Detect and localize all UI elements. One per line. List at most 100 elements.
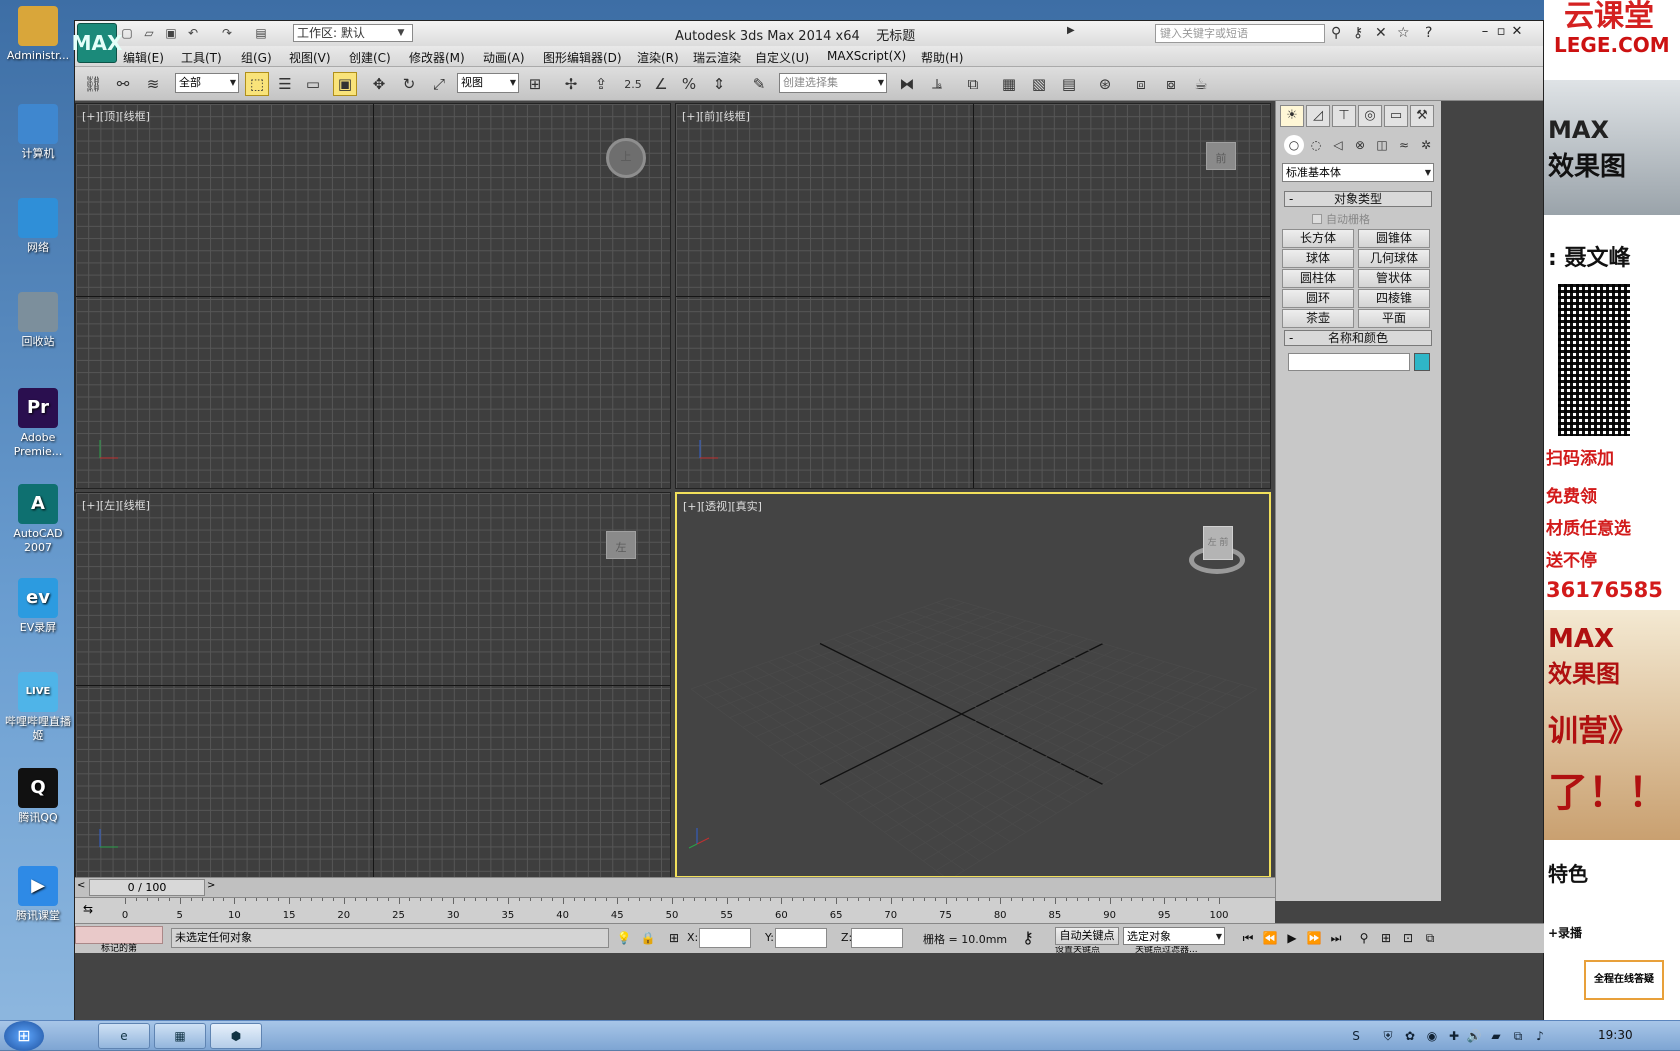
ad-panel[interactable]: 云课堂 LEGE.COM MAX 效果图 : 聂文峰 扫码添加 免费领 材质任意… bbox=[1544, 0, 1680, 1020]
object-type-button[interactable]: 管状体 bbox=[1358, 269, 1430, 288]
viewport-perspective[interactable]: [+][透视][真实] 左 前 bbox=[675, 492, 1271, 878]
start-button[interactable]: ⊞ bbox=[4, 1021, 44, 1051]
absolute-mode-icon[interactable]: ⊞ bbox=[665, 928, 683, 948]
viewport-top[interactable]: [+][顶][线框] 上 bbox=[75, 103, 671, 489]
menu-item[interactable]: 组(G) bbox=[241, 49, 272, 66]
object-type-button[interactable]: 四棱锥 bbox=[1358, 289, 1430, 308]
spacewarps-icon[interactable]: ≈ bbox=[1394, 135, 1414, 155]
cameras-icon[interactable]: ⊗ bbox=[1350, 135, 1370, 155]
key-selection-dropdown[interactable]: 选定对象 bbox=[1123, 927, 1225, 946]
zoom-extents-icon[interactable]: ⊡ bbox=[1399, 928, 1417, 948]
layer-manager-icon[interactable]: ⧉ bbox=[961, 72, 985, 96]
menu-item[interactable]: MAXScript(X) bbox=[827, 49, 906, 63]
utilities-tab-icon[interactable]: ⚒ bbox=[1410, 105, 1434, 127]
viewport-label[interactable]: [+][左][线框] bbox=[82, 497, 150, 513]
object-type-rollout[interactable]: - 对象类型 bbox=[1284, 191, 1432, 207]
play-icon[interactable]: ▶ bbox=[1283, 928, 1301, 948]
edit-named-selection-icon[interactable]: ✎ bbox=[747, 72, 771, 96]
menu-item[interactable]: 瑞云渲染 bbox=[693, 49, 741, 66]
desktop-icon[interactable]: LIVE 哔哩哔哩直播姬 bbox=[2, 672, 74, 743]
help-icon[interactable]: ? bbox=[1425, 25, 1432, 41]
next-key-icon[interactable]: ⏩ bbox=[1305, 928, 1323, 948]
desktop-icon[interactable]: ev EV录屏 bbox=[2, 578, 74, 635]
desktop-icon[interactable]: 网络 bbox=[2, 198, 74, 255]
systems-icon[interactable]: ✲ bbox=[1416, 135, 1436, 155]
taskbar-ie-icon[interactable]: e bbox=[98, 1023, 150, 1049]
mirror-icon[interactable]: ⧓ bbox=[895, 72, 919, 96]
create-tab-icon[interactable]: ☀ bbox=[1280, 105, 1304, 127]
next-frame-arrow-icon[interactable]: > bbox=[207, 880, 219, 895]
selection-lock-icon[interactable]: 🔒 bbox=[639, 928, 657, 948]
object-type-button[interactable]: 圆环 bbox=[1282, 289, 1354, 308]
object-type-button[interactable]: 圆锥体 bbox=[1358, 229, 1430, 248]
viewcube-perspective[interactable]: 左 前 bbox=[1187, 524, 1247, 580]
menu-item[interactable]: 视图(V) bbox=[289, 49, 331, 66]
viewport-label[interactable]: [+][透视][真实] bbox=[683, 498, 762, 514]
close-icon[interactable]: ✕ bbox=[1509, 24, 1525, 40]
align-icon[interactable]: ⫡ bbox=[925, 72, 949, 96]
autogrid-checkbox[interactable]: 自动栅格 bbox=[1312, 211, 1370, 227]
desktop-icon[interactable]: Pr Adobe Premie... bbox=[2, 388, 74, 459]
desktop-icon[interactable]: 计算机 bbox=[2, 104, 74, 161]
object-type-button[interactable]: 平面 bbox=[1358, 309, 1430, 328]
viewport-left[interactable]: [+][左][线框] 左 bbox=[75, 492, 671, 878]
menu-item[interactable]: 渲染(R) bbox=[637, 49, 679, 66]
geometry-icon[interactable]: ○ bbox=[1284, 135, 1304, 155]
named-selection-dropdown[interactable]: 创建选择集 bbox=[779, 73, 887, 93]
rect-selection-icon[interactable]: ▭ bbox=[301, 72, 325, 96]
object-name-input[interactable] bbox=[1288, 353, 1410, 371]
desktop-icon[interactable]: Q 腾讯QQ bbox=[2, 768, 74, 825]
reference-coord-dropdown[interactable]: 视图 bbox=[457, 73, 519, 93]
network-tray-icon[interactable]: ⧉ bbox=[1510, 1028, 1526, 1044]
go-to-end-icon[interactable]: ⏭ bbox=[1327, 928, 1345, 948]
go-to-start-icon[interactable]: ⏮ bbox=[1239, 928, 1257, 948]
category-dropdown[interactable]: 标准基本体 bbox=[1282, 163, 1434, 182]
key-icon[interactable]: ⚷ bbox=[1353, 25, 1363, 41]
move-icon[interactable]: ✥ bbox=[367, 72, 391, 96]
menu-item[interactable]: 自定义(U) bbox=[755, 49, 809, 66]
object-color-swatch[interactable] bbox=[1414, 353, 1430, 371]
clock[interactable]: 19:30 bbox=[1598, 1028, 1633, 1042]
maxscript-listener[interactable] bbox=[75, 926, 163, 944]
viewcube-top[interactable]: 上 bbox=[606, 138, 646, 178]
taskbar-green-app-icon[interactable]: ▦ bbox=[154, 1023, 206, 1049]
select-by-name-icon[interactable]: ☰ bbox=[273, 72, 297, 96]
bind-spacewarp-icon[interactable]: ≋ bbox=[141, 72, 165, 96]
prev-frame-arrow-icon[interactable]: < bbox=[77, 880, 89, 895]
menu-item[interactable]: 创建(C) bbox=[349, 49, 391, 66]
zoom-extents-all-icon[interactable]: ⧉ bbox=[1421, 928, 1439, 948]
viewcube-left[interactable]: 左 bbox=[606, 531, 636, 559]
y-coord-input[interactable] bbox=[775, 928, 827, 948]
viewport-front[interactable]: [+][前][线框] 前 bbox=[675, 103, 1271, 489]
schematic-view-icon[interactable]: ▧ bbox=[1027, 72, 1051, 96]
object-type-button[interactable]: 球体 bbox=[1282, 249, 1354, 268]
menu-item[interactable]: 图形编辑器(D) bbox=[543, 49, 622, 66]
menu-item[interactable]: 帮助(H) bbox=[921, 49, 963, 66]
application-button[interactable]: MAX bbox=[72, 23, 122, 63]
curve-editor-icon[interactable]: ▦ bbox=[997, 72, 1021, 96]
object-type-button[interactable]: 长方体 bbox=[1282, 229, 1354, 248]
tray-plus-icon[interactable]: ✚ bbox=[1446, 1028, 1462, 1044]
pivot-center-icon[interactable]: ⊞ bbox=[523, 72, 547, 96]
render-production-icon[interactable]: ⧇ bbox=[1159, 72, 1183, 96]
object-type-button[interactable]: 茶壶 bbox=[1282, 309, 1354, 328]
tray-shield-icon[interactable]: ⛨ bbox=[1380, 1028, 1396, 1044]
minimize-icon[interactable]: – bbox=[1477, 24, 1493, 40]
modify-tab-icon[interactable]: ◿ bbox=[1306, 105, 1330, 127]
keyboard-shortcut-icon[interactable]: ⇪ bbox=[589, 72, 613, 96]
display-tab-icon[interactable]: ▭ bbox=[1384, 105, 1408, 127]
open-file-icon[interactable]: ▱ bbox=[141, 26, 157, 41]
key-filters-button[interactable]: 关键点过滤器... bbox=[1135, 946, 1225, 955]
material-editor-icon[interactable]: ▤ bbox=[1057, 72, 1081, 96]
taskbar-3dsmax-icon[interactable]: ⬢ bbox=[210, 1023, 262, 1049]
rotate-icon[interactable]: ↻ bbox=[397, 72, 421, 96]
x-coord-input[interactable] bbox=[699, 928, 751, 948]
angle-snap-icon[interactable]: ∠ bbox=[649, 72, 673, 96]
tray-security-icon[interactable]: ◉ bbox=[1424, 1028, 1440, 1044]
mini-curve-editor-icon[interactable]: ⇆ bbox=[83, 902, 101, 920]
motion-tab-icon[interactable]: ◎ bbox=[1358, 105, 1382, 127]
viewcube-front[interactable]: 前 bbox=[1206, 142, 1236, 170]
link-icon[interactable]: ⛓ bbox=[81, 72, 105, 96]
z-coord-input[interactable] bbox=[851, 928, 903, 948]
project-folder-icon[interactable]: ▤ bbox=[253, 26, 269, 41]
